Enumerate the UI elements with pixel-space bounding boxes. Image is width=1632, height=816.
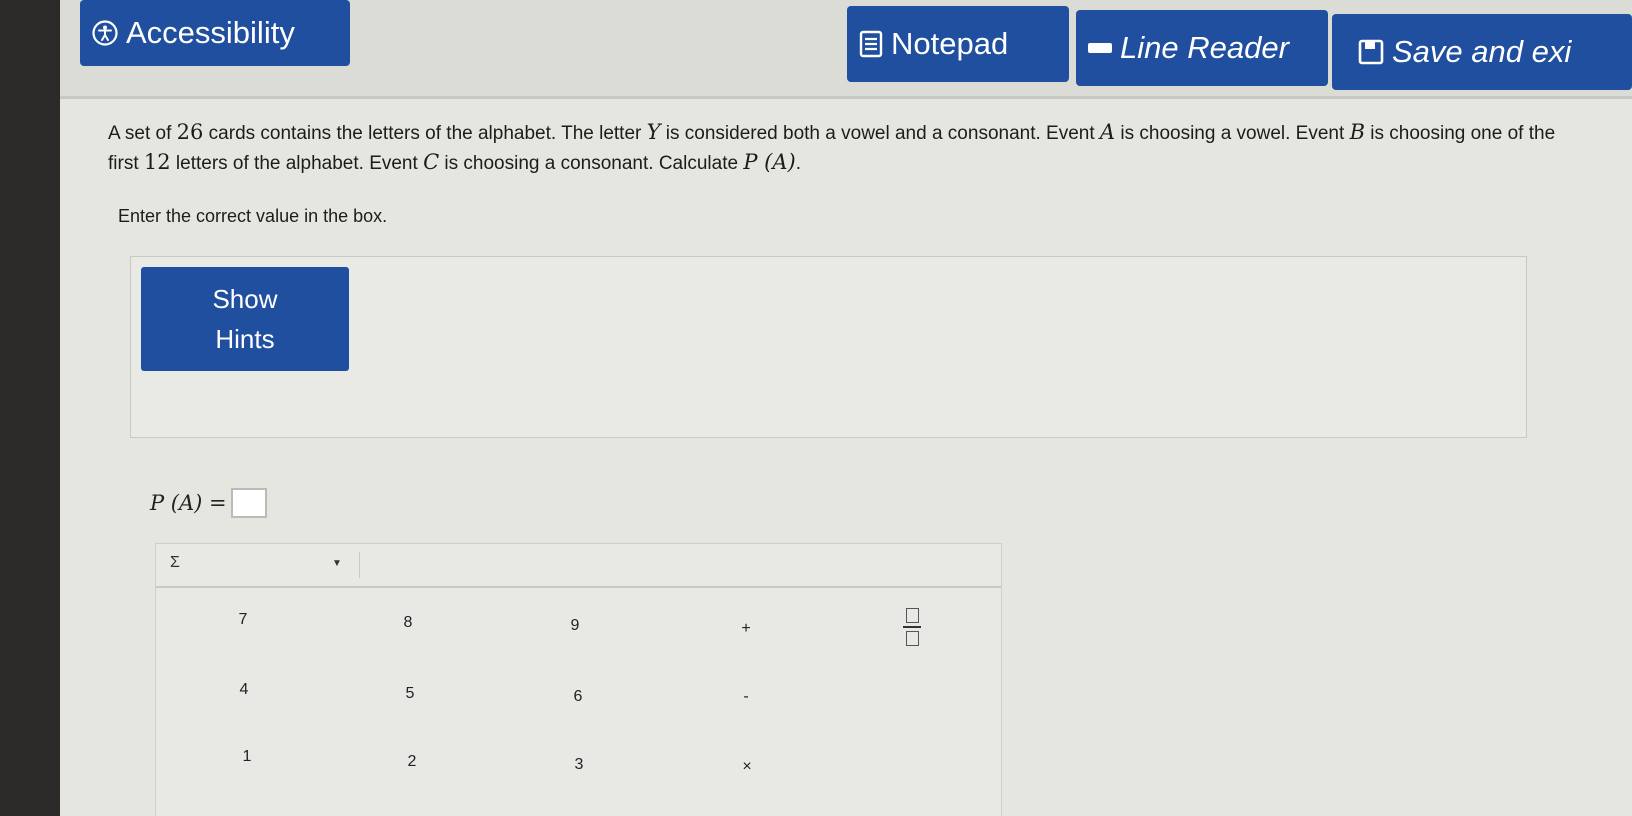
instruction-text: Enter the correct value in the box. — [118, 206, 388, 226]
key-9[interactable]: 9 — [555, 617, 595, 635]
key-8[interactable]: 8 — [388, 614, 428, 632]
answer-label: P (A) = — [150, 491, 227, 515]
accessibility-button[interactable]: Accessibility — [80, 0, 350, 66]
question-segment: letters of the alphabet. Event — [170, 153, 424, 174]
hint-panel: Show Hints — [130, 256, 1527, 438]
key-minus[interactable]: - — [726, 688, 766, 706]
line-reader-icon — [1088, 43, 1112, 53]
hint-button-line1: Show — [212, 284, 278, 314]
key-3[interactable]: 3 — [559, 756, 599, 774]
question-segment: . — [795, 153, 801, 174]
answer-input-box[interactable] — [230, 488, 267, 518]
question-content: A set of 26 cards contains the letters o… — [60, 96, 1632, 816]
fraction-icon[interactable] — [902, 608, 922, 646]
save-and-exit-label: Save and exi — [1392, 34, 1572, 69]
key-1[interactable]: 1 — [227, 748, 267, 766]
question-segment: cards contains the letters of the alphab… — [203, 123, 647, 144]
key-6[interactable]: 6 — [558, 688, 598, 706]
save-and-exit-button[interactable]: Save and exi — [1332, 14, 1632, 90]
keypad-header: Σ ▼ — [156, 544, 1001, 588]
key-plus[interactable]: + — [726, 620, 766, 638]
app-screen: Accessibility Notepad Line Reader Save a… — [60, 0, 1632, 816]
key-5[interactable]: 5 — [390, 685, 430, 703]
save-icon — [1358, 39, 1384, 65]
header-divider — [359, 552, 360, 578]
math-number: 26 — [176, 120, 204, 144]
hint-button-line2: Hints — [215, 324, 275, 354]
math-variable: B — [1349, 120, 1365, 144]
question-segment: is considered both a vowel and a consona… — [660, 123, 1100, 144]
math-number: 12 — [143, 150, 171, 174]
line-reader-label: Line Reader — [1120, 30, 1289, 65]
question-text: A set of 26 cards contains the letters o… — [108, 118, 1588, 178]
question-segment: is choosing a consonant. Calculate — [439, 153, 744, 174]
accessibility-icon — [92, 20, 118, 46]
math-variable: C — [423, 150, 440, 174]
fraction-numerator-box — [905, 608, 919, 623]
math-variable: Y — [646, 120, 661, 144]
notepad-icon — [859, 30, 883, 58]
line-reader-button[interactable]: Line Reader — [1076, 10, 1328, 86]
notepad-label: Notepad — [891, 26, 1009, 61]
question-segment: A set of — [108, 123, 177, 144]
notepad-button[interactable]: Notepad — [847, 6, 1069, 82]
key-7[interactable]: 7 — [223, 611, 263, 629]
question-segment: is choosing a vowel. Event — [1115, 123, 1350, 144]
fraction-denominator-box — [905, 631, 919, 646]
chevron-down-icon[interactable]: ▼ — [332, 558, 342, 569]
show-hints-button[interactable]: Show Hints — [141, 267, 349, 371]
key-4[interactable]: 4 — [224, 681, 264, 699]
accessibility-label: Accessibility — [126, 15, 295, 50]
key-2[interactable]: 2 — [392, 753, 432, 771]
math-expression: P (A) — [743, 150, 796, 174]
answer-row: P (A) = — [150, 488, 267, 518]
math-keypad: Σ ▼ 7 8 9 + 4 5 6 - 1 2 3 × — [155, 543, 1002, 816]
fraction-bar — [903, 626, 921, 628]
top-toolbar: Accessibility Notepad Line Reader Save a… — [60, 0, 1632, 99]
key-times[interactable]: × — [727, 758, 767, 776]
math-variable: A — [1099, 120, 1116, 144]
symbol-dropdown[interactable]: Σ — [170, 554, 180, 572]
